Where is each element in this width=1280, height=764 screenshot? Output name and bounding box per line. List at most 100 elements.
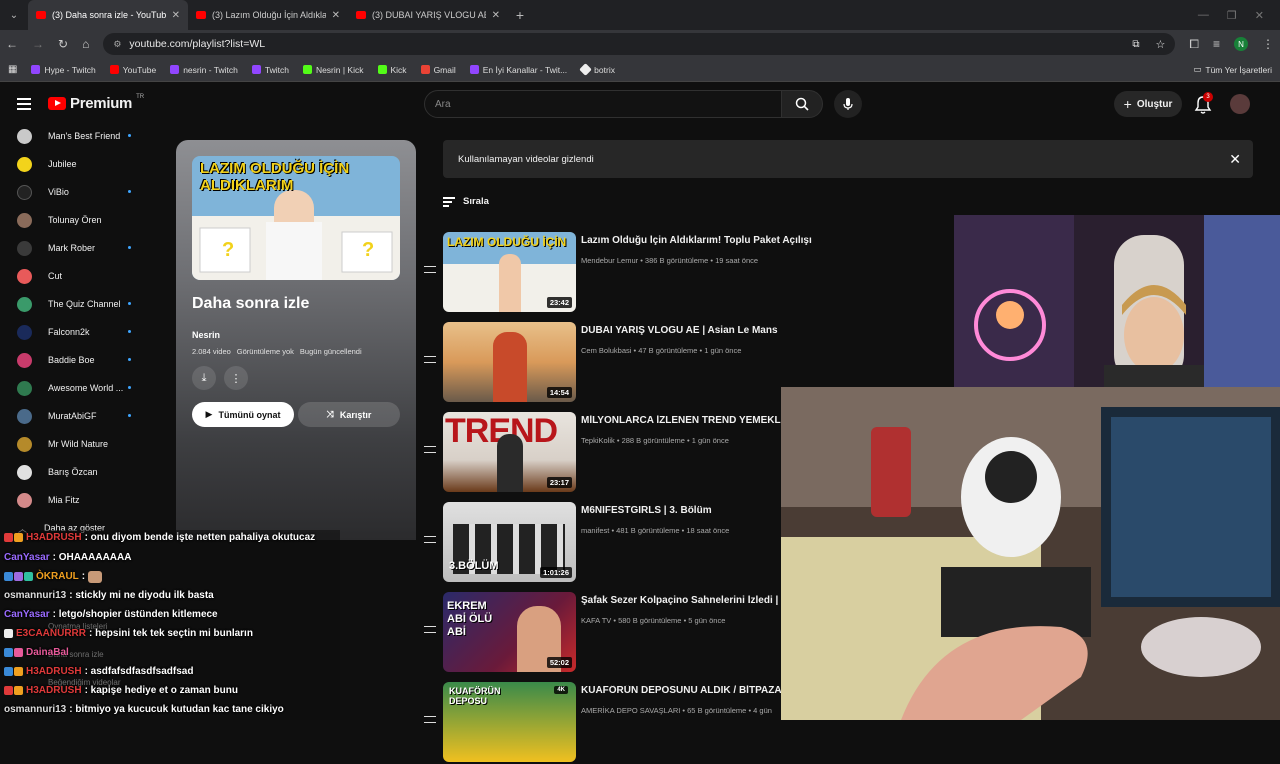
bookmark-gmail[interactable]: Gmail xyxy=(420,64,456,75)
voice-search-button[interactable] xyxy=(834,90,862,118)
bookmark-star-icon[interactable]: ☆ xyxy=(1156,38,1166,51)
close-tab-icon[interactable]: ✕ xyxy=(332,10,340,21)
close-tab-icon[interactable]: ✕ xyxy=(172,10,180,21)
video-thumbnail[interactable]: TREND 23:17 xyxy=(443,412,576,492)
reload-icon[interactable]: ↻ xyxy=(58,37,68,51)
all-bookmarks[interactable]: ▭ Tüm Yer İşaretleri xyxy=(1193,64,1272,75)
tab-search-icon[interactable]: ⌄ xyxy=(0,10,28,21)
media-controls-icon[interactable]: ≡ xyxy=(1213,37,1220,51)
channel-avatar xyxy=(17,492,32,508)
browser-tab-1[interactable]: (3) Daha sonra izle - YouTube ✕ xyxy=(28,0,188,30)
video-thumbnail[interactable]: LAZIM OLDUĞU İÇİN 23:42 xyxy=(443,232,576,312)
bookmark-botrix[interactable]: botrix xyxy=(579,63,615,76)
video-row[interactable]: KUAFÖRÜN DEPOSU 4K KUAFÖRÜN DEPOSUNU ALD… xyxy=(420,680,820,764)
play-all-button[interactable]: ▶ Tümünü oynat xyxy=(192,402,294,427)
hidden-videos-banner: Kullanılamayan videolar gizlendi ✕ xyxy=(443,140,1253,178)
shuffle-button[interactable]: ⤨ Karıştır xyxy=(298,402,400,427)
menu-icon[interactable] xyxy=(17,98,31,110)
browser-tab-2[interactable]: (3) Lazım Olduğu İçin Aldıklarım ✕ xyxy=(188,0,348,30)
channel-name: Mia Fitz xyxy=(48,495,80,505)
video-channel[interactable]: Cem Bolukbasi xyxy=(581,346,631,355)
video-title[interactable]: DUBAI YARIŞ VLOGU AE | Asian Le Mans xyxy=(581,325,820,336)
video-thumbnail[interactable]: KUAFÖRÜN DEPOSU 4K xyxy=(443,682,576,762)
drag-handle-icon[interactable] xyxy=(424,626,436,633)
twitch-icon xyxy=(251,65,261,74)
browser-menu-icon[interactable]: ⋮ xyxy=(1262,37,1274,51)
sidebar-item-subscription[interactable]: ViBio xyxy=(0,178,176,206)
install-app-icon[interactable]: ⧉ xyxy=(1132,39,1139,50)
video-meta: Cem Bolukbasi • 47 B görüntüleme • 1 gün… xyxy=(581,346,742,355)
browser-tab-3[interactable]: (3) DUBAI YARIŞ VLOGU AE | As ✕ xyxy=(348,0,508,30)
minimize-icon[interactable]: — xyxy=(1198,9,1209,22)
video-channel[interactable]: KAFA TV xyxy=(581,616,611,625)
microphone-icon xyxy=(843,98,853,110)
4k-badge: 4K xyxy=(554,686,568,694)
bookmark-label: Gmail xyxy=(433,64,456,75)
bookmark-twitch[interactable]: Twitch xyxy=(251,65,289,75)
chat-message: ÒKRAUL: xyxy=(4,567,103,586)
playlist-thumbnail[interactable]: ? ? LAZIM OLDUĞU İÇİN ALDIKLARIM xyxy=(192,156,400,280)
video-title[interactable]: Lazım Olduğu İçin Aldıklarım! Toplu Pake… xyxy=(581,235,820,246)
sidebar-item-subscription[interactable]: The Quiz Channel xyxy=(0,290,176,318)
url-bar[interactable]: ⚙ youtube.com/playlist?list=WL ⧉ ☆ xyxy=(103,33,1176,55)
profile-avatar[interactable]: N xyxy=(1234,37,1248,51)
video-thumbnail[interactable]: 14:54 xyxy=(443,322,576,402)
playlist-owner[interactable]: Nesrin xyxy=(192,330,220,340)
close-window-icon[interactable]: ✕ xyxy=(1255,9,1264,22)
search-button[interactable] xyxy=(781,90,823,118)
sidebar-item-subscription[interactable]: Man's Best Friend xyxy=(0,122,176,150)
sidebar-item-subscription[interactable]: Mr Wild Nature xyxy=(0,430,176,458)
bookmark-youtube[interactable]: YouTube xyxy=(109,65,156,75)
new-content-dot xyxy=(128,386,131,389)
sort-button[interactable]: Sırala xyxy=(443,196,489,207)
youtube-premium-logo[interactable]: Premium TR xyxy=(48,94,144,112)
gmail-icon xyxy=(420,65,430,74)
video-row[interactable]: EKREM ABİ ÖLÜ ABİ 52:02 Şafak Sezer Kolp… xyxy=(420,590,820,674)
maximize-icon[interactable]: ❐ xyxy=(1227,9,1237,22)
sidebar-item-subscription[interactable]: Cut xyxy=(0,262,176,290)
new-tab-icon[interactable]: + xyxy=(508,7,532,23)
sidebar-item-subscription[interactable]: Barış Özcan xyxy=(0,458,176,486)
video-row[interactable]: TREND 23:17 MİLYONLARCA İZLENEN TREND YE… xyxy=(420,410,820,494)
video-channel[interactable]: manifest xyxy=(581,526,609,535)
sidebar-item-subscription[interactable]: Jubilee xyxy=(0,150,176,178)
extensions-icon[interactable]: ⧠ xyxy=(1189,37,1199,52)
video-thumbnail[interactable]: 3.BÖLÜM 1:01:26 xyxy=(443,502,576,582)
video-row[interactable]: 3.BÖLÜM 1:01:26 M6NIFESTGIRLS | 3. Bölüm… xyxy=(420,500,820,584)
apps-grid-icon[interactable]: ▦ xyxy=(8,64,17,75)
close-tab-icon[interactable]: ✕ xyxy=(492,10,500,21)
user-avatar[interactable] xyxy=(1230,94,1250,114)
sidebar-item-subscription[interactable]: Baddie Boe xyxy=(0,346,176,374)
sidebar-item-subscription[interactable]: Tolunay Ören xyxy=(0,206,176,234)
video-views: 47 B görüntüleme xyxy=(638,346,698,355)
video-channel[interactable]: AMERİKA DEPO SAVAŞLARI xyxy=(581,706,680,715)
bookmark-nesrin-twitch[interactable]: nesrin - Twitch xyxy=(170,65,238,75)
drag-handle-icon[interactable] xyxy=(424,536,436,543)
sidebar-item-subscription[interactable]: Mia Fitz xyxy=(0,486,176,514)
home-icon[interactable]: ⌂ xyxy=(82,37,89,51)
search-input[interactable]: Ara xyxy=(424,90,782,118)
create-button[interactable]: + Oluştur xyxy=(1114,91,1182,117)
sidebar-item-subscription[interactable]: Awesome World ... xyxy=(0,374,176,402)
video-channel[interactable]: TepkiKolik xyxy=(581,436,615,445)
sidebar-item-subscription[interactable]: Mark Rober xyxy=(0,234,176,262)
bookmark-nesrin-kick[interactable]: Nesrin | Kick xyxy=(302,65,364,75)
back-icon[interactable]: ← xyxy=(6,37,18,51)
forward-icon[interactable]: → xyxy=(32,37,44,51)
video-row[interactable]: LAZIM OLDUĞU İÇİN 23:42 Lazım Olduğu İçi… xyxy=(420,230,820,314)
site-info-icon[interactable]: ⚙ xyxy=(113,39,121,50)
drag-handle-icon[interactable] xyxy=(424,356,436,363)
download-icon[interactable]: ⤓ xyxy=(192,366,216,390)
video-row[interactable]: 14:54 DUBAI YARIŞ VLOGU AE | Asian Le Ma… xyxy=(420,320,820,404)
sidebar-item-subscription[interactable]: Falconn2k xyxy=(0,318,176,346)
close-icon[interactable]: ✕ xyxy=(1229,151,1241,168)
sidebar-item-subscription[interactable]: MuratAbiGF xyxy=(0,402,176,430)
bookmark-kick[interactable]: Kick xyxy=(377,65,407,75)
more-options-icon[interactable]: ⋮ xyxy=(224,366,248,390)
video-channel[interactable]: Mendebur Lemur xyxy=(581,256,638,265)
bookmark-hype-twitch[interactable]: Hype - Twitch xyxy=(31,65,96,75)
bookmark-best-channels[interactable]: En İyi Kanallar - Twit... xyxy=(469,65,567,75)
drag-handle-icon[interactable] xyxy=(424,446,436,453)
video-thumbnail[interactable]: EKREM ABİ ÖLÜ ABİ 52:02 xyxy=(443,592,576,672)
drag-handle-icon[interactable] xyxy=(424,266,436,273)
